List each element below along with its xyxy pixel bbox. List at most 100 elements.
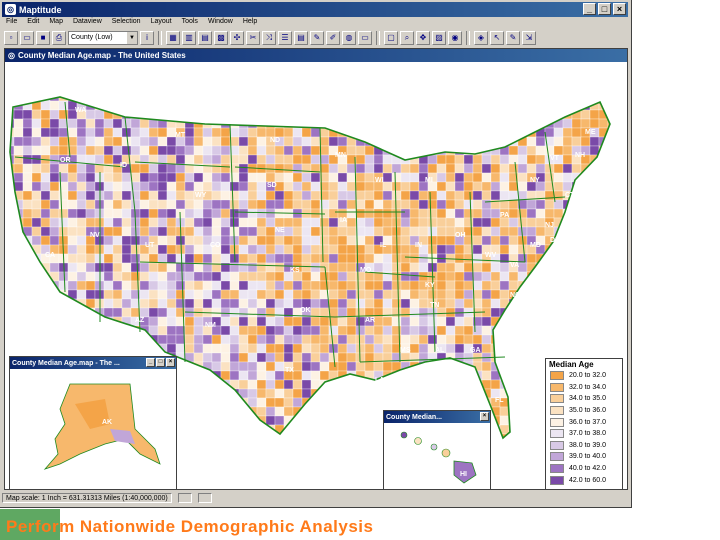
resize-icon[interactable]: ⇲ xyxy=(522,31,536,45)
menu-layout[interactable]: Layout xyxy=(151,18,172,29)
county-cell xyxy=(22,109,33,120)
menu-window[interactable]: Window xyxy=(208,18,233,29)
county-cell xyxy=(373,190,384,201)
county-cell xyxy=(211,379,222,390)
county-cell xyxy=(346,244,357,255)
new-icon[interactable]: ▫ xyxy=(4,31,18,45)
county-cell xyxy=(310,307,321,318)
select-icon[interactable]: ▢ xyxy=(384,31,398,45)
county-cell xyxy=(283,325,294,336)
alaska-inset-window[interactable]: County Median Age.map - The ... _ □ × AK xyxy=(9,356,177,490)
map-icon[interactable]: ▨ xyxy=(432,31,446,45)
edit-icon[interactable]: ✎ xyxy=(506,31,520,45)
county-cell xyxy=(121,199,132,210)
open-icon[interactable]: ▭ xyxy=(20,31,34,45)
county-cell xyxy=(202,208,213,219)
county-cell xyxy=(409,388,420,399)
report-icon[interactable]: ▤ xyxy=(294,31,308,45)
county-cell xyxy=(400,208,411,219)
county-cell xyxy=(103,127,114,138)
county-cell xyxy=(265,226,276,237)
close-button[interactable]: × xyxy=(480,412,489,421)
label-icon[interactable]: ▭ xyxy=(358,31,372,45)
county-cell xyxy=(355,181,366,192)
county-cell xyxy=(373,199,384,210)
county-cell xyxy=(112,298,123,309)
layer-combo[interactable]: County (Low) xyxy=(68,31,138,45)
county-cell xyxy=(454,289,465,300)
minimize-button[interactable]: _ xyxy=(583,3,596,15)
county-cell xyxy=(337,190,348,201)
county-cell xyxy=(617,119,626,128)
county-cell xyxy=(166,235,177,246)
menu-tools[interactable]: Tools xyxy=(182,18,198,29)
route-icon[interactable]: ⤨ xyxy=(262,31,276,45)
county-cell xyxy=(499,172,510,183)
county-cell xyxy=(247,97,258,102)
county-cell xyxy=(463,388,474,399)
maximize-button[interactable]: □ xyxy=(598,3,611,15)
county-cell xyxy=(130,199,141,210)
save-icon[interactable]: ■ xyxy=(36,31,50,45)
county-cell xyxy=(229,271,240,282)
county-cell xyxy=(535,298,546,309)
county-cell xyxy=(31,97,42,102)
county-cell xyxy=(526,361,537,372)
county-cell xyxy=(337,352,348,363)
county-cell xyxy=(274,370,285,381)
menu-selection[interactable]: Selection xyxy=(112,18,141,29)
county-cell xyxy=(274,424,285,435)
county-cell xyxy=(364,406,375,417)
menu-help[interactable]: Help xyxy=(243,18,257,29)
table-icon[interactable]: ▦ xyxy=(166,31,180,45)
county-cell xyxy=(418,325,429,336)
menu-edit[interactable]: Edit xyxy=(27,18,39,29)
cursor-icon[interactable]: ↖ xyxy=(490,31,504,45)
close-button[interactable]: × xyxy=(613,3,626,15)
county-cell xyxy=(517,163,528,174)
county-cell xyxy=(490,343,501,354)
county-cell xyxy=(508,316,519,327)
county-cell xyxy=(10,217,15,228)
network-icon[interactable]: ✣ xyxy=(230,31,244,45)
hawaii-inset-window[interactable]: County Median... × HI xyxy=(383,410,491,490)
county-cell xyxy=(247,316,258,327)
close-button[interactable]: × xyxy=(166,358,175,367)
map-canvas[interactable]: WA OR ID MT ND SD MN WI MI NY VT NH ME MA CT RI NE IA IL IN… xyxy=(5,62,627,490)
county-cell xyxy=(598,307,609,318)
layers-icon[interactable]: ☰ xyxy=(278,31,292,45)
zoom-icon[interactable]: ⌕ xyxy=(400,31,414,45)
pencil-icon[interactable]: ✎ xyxy=(310,31,324,45)
county-cell xyxy=(373,100,384,111)
county-cell xyxy=(67,217,78,228)
menu-dataview[interactable]: Dataview xyxy=(73,18,102,29)
county-cell xyxy=(355,109,366,120)
minimize-button[interactable]: _ xyxy=(146,358,155,367)
county-cell xyxy=(274,388,285,399)
chart-icon[interactable]: ▥ xyxy=(182,31,196,45)
county-cell xyxy=(490,235,501,246)
county-cell xyxy=(544,271,555,282)
theme-icon[interactable]: ▩ xyxy=(214,31,228,45)
info-icon[interactable]: i xyxy=(140,31,154,45)
county-cell xyxy=(202,280,213,291)
menu-file[interactable]: File xyxy=(6,18,17,29)
menu-map[interactable]: Map xyxy=(49,18,63,29)
pan-icon[interactable]: ✥ xyxy=(416,31,430,45)
brush-icon[interactable]: ✐ xyxy=(326,31,340,45)
globe-tool-icon[interactable]: ◉ xyxy=(448,31,462,45)
county-cell xyxy=(418,379,429,390)
maximize-button[interactable]: □ xyxy=(156,358,165,367)
tools-icon[interactable]: ✂ xyxy=(246,31,260,45)
grid-icon[interactable]: ▤ xyxy=(198,31,212,45)
style-icon[interactable]: ◍ xyxy=(342,31,356,45)
county-cell xyxy=(571,289,582,300)
county-cell xyxy=(364,352,375,363)
county-cell xyxy=(31,298,42,309)
county-cell xyxy=(364,253,375,264)
county-cell xyxy=(22,127,33,138)
web-icon[interactable]: ◈ xyxy=(474,31,488,45)
county-cell xyxy=(481,217,492,228)
county-cell xyxy=(508,325,519,336)
print-icon[interactable]: ⎙ xyxy=(52,31,66,45)
